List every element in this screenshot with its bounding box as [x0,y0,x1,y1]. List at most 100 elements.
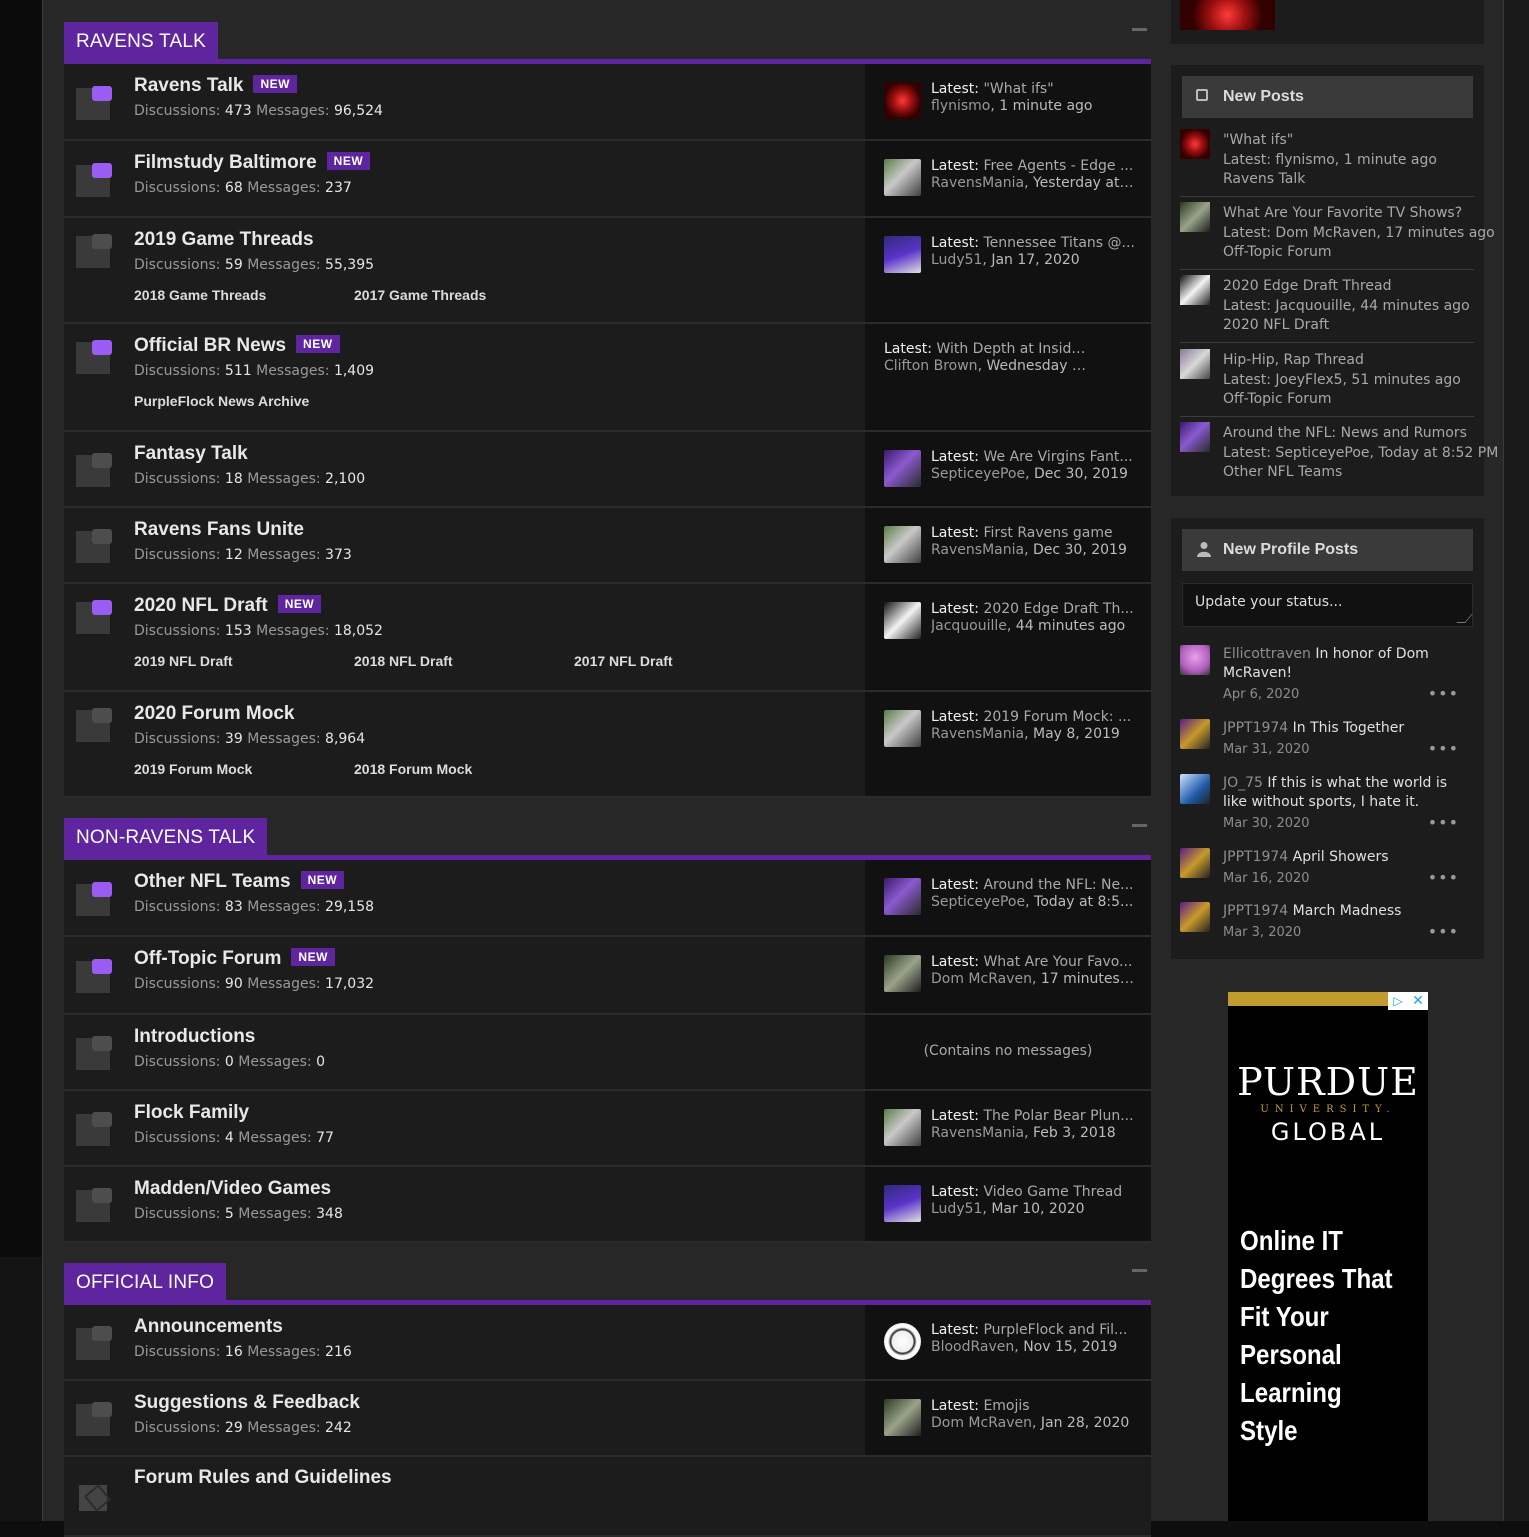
more-options-icon[interactable]: ••• [1428,868,1459,887]
profile-post-user[interactable]: Ellicottraven [1223,646,1311,662]
latest-user[interactable]: RavensMania [931,726,1024,742]
crowd-avatar[interactable] [1180,422,1210,452]
team-avatar[interactable] [1180,719,1210,749]
new-post-item[interactable]: Around the NFL: News and Rumors Latest: S… [1180,422,1498,488]
category-title[interactable]: OFFICIAL INFO [64,1263,227,1300]
latest-thread-line[interactable]: Latest: What Are Your Favo... [931,954,1137,970]
latest-user[interactable]: BloodRaven [931,1339,1014,1355]
new-post-title[interactable]: "What ifs" [1223,132,1293,148]
latest-thread-title[interactable]: We Are Virgins Fant... [983,449,1132,465]
latest-thread-line[interactable]: Latest: Around the NFL: Ne... [931,877,1137,893]
new-post-forum[interactable]: Ravens Talk [1223,171,1305,187]
forum-title[interactable]: Filmstudy Baltimore NEW [134,152,371,174]
latest-user[interactable]: Dom McRaven [931,1415,1032,1431]
latest-user[interactable]: Clifton Brown [884,358,978,374]
hip-avatar[interactable] [1180,349,1210,379]
forum-title[interactable]: Ravens Talk NEW [134,75,297,97]
pink-avatar[interactable] [1180,645,1210,675]
purple-avatar[interactable] [884,236,921,273]
forum-title[interactable]: Introductions [134,1026,255,1048]
forum-title[interactable]: 2020 Forum Mock [134,703,295,725]
team-avatar[interactable] [1180,902,1210,932]
latest-thread-title[interactable]: What Are Your Favo... [983,954,1132,970]
latest-thread-line[interactable]: Latest: 2019 Forum Mock: ... [931,709,1137,725]
subforum-link[interactable]: 2018 Game Threads [134,287,266,303]
latest-thread-line[interactable]: Latest: "What ifs" [931,81,1137,97]
latest-thread-line[interactable]: Latest: PurpleFlock and Fil... [931,1322,1137,1338]
forum-title[interactable]: Suggestions & Feedback [134,1392,360,1414]
forum-title-text[interactable]: Introductions [134,1026,255,1047]
latest-thread-title[interactable]: The Polar Bear Plun... [983,1108,1133,1124]
latest-thread-title[interactable]: 2020 Edge Draft Th... [983,601,1133,617]
forum-title-text[interactable]: Filmstudy Baltimore [134,152,317,173]
new-profile-posts-header[interactable]: New Profile Posts [1182,529,1473,571]
forum-title[interactable]: Madden/Video Games [134,1178,331,1200]
latest-user[interactable]: RavensMania [931,1125,1024,1141]
forum-title-text[interactable]: Official BR News [134,335,286,356]
profile-post-user[interactable]: JO_75 [1223,775,1263,791]
new-post-forum[interactable]: 2020 NFL Draft [1223,317,1329,333]
anime-avatar[interactable] [884,602,921,639]
latest-thread-line[interactable]: Latest: Tennessee Titans @... [931,235,1137,251]
new-post-item[interactable]: Hip-Hip, Rap Thread Latest: JoeyFlex5, 51… [1180,349,1474,417]
forum-title[interactable]: Ravens Fans Unite [134,519,304,541]
red-avatar[interactable] [1180,129,1210,159]
latest-user[interactable]: SepticeyePoe [931,466,1025,482]
forum-title[interactable]: Off-Topic Forum NEW [134,948,335,970]
latest-thread-title[interactable]: Video Game Thread [983,1184,1122,1200]
new-post-forum[interactable]: Off-Topic Forum [1223,244,1331,260]
new-post-title[interactable]: Around the NFL: News and Rumors [1223,425,1467,441]
latest-user[interactable]: Ludy51 [931,1201,982,1217]
subforum-link[interactable]: 2019 Forum Mock [134,761,252,777]
adchoices-icon[interactable]: ▷ [1388,992,1408,1010]
resize-grip-icon[interactable] [1456,614,1473,623]
latest-thread-line[interactable]: Latest: First Ravens game [931,525,1137,541]
more-options-icon[interactable]: ••• [1428,739,1459,758]
team-avatar[interactable] [1180,848,1210,878]
latest-thread-title[interactable]: Free Agents - Edge ... [983,158,1133,174]
new-post-title[interactable]: 2020 Edge Draft Thread [1223,278,1391,294]
latest-thread-line[interactable]: Latest: Emojis [931,1398,1137,1414]
latest-user[interactable]: Jacquouille [931,618,1007,634]
green-avatar[interactable] [884,1109,921,1146]
alien-avatar[interactable] [1180,202,1210,232]
latest-thread-title[interactable]: Emojis [983,1398,1029,1414]
green-avatar[interactable] [884,526,921,563]
red-avatar[interactable] [884,82,921,119]
latest-thread-line[interactable]: Latest: 2020 Edge Draft Th... [931,601,1137,617]
forum-title[interactable]: Other NFL Teams NEW [134,871,345,893]
latest-thread-title[interactable]: Tennessee Titans @... [983,235,1134,251]
forum-title-text[interactable]: Ravens Fans Unite [134,519,304,540]
new-post-title[interactable]: Hip-Hip, Rap Thread [1223,352,1364,368]
category-title[interactable]: NON-RAVENS TALK [64,818,268,855]
collapse-icon[interactable] [1132,1269,1147,1272]
latest-user[interactable]: SepticeyePoe [931,894,1025,910]
forum-title-text[interactable]: 2019 Game Threads [134,229,314,250]
forum-title-text[interactable]: Flock Family [134,1102,249,1123]
latest-thread-title[interactable]: With Depth at Inside Lineb... [936,341,1090,357]
latest-user[interactable]: Dom McRaven [931,971,1032,987]
forum-title-text[interactable]: Ravens Talk [134,75,243,96]
forum-title-text[interactable]: Forum Rules and Guidelines [134,1467,392,1488]
forum-title[interactable]: 2020 NFL Draft NEW [134,595,322,617]
forum-title[interactable]: 2019 Game Threads [134,229,314,251]
new-posts-header[interactable]: New Posts [1182,76,1473,118]
latest-thread-line[interactable]: Latest: We Are Virgins Fant... [931,449,1137,465]
forum-title-text[interactable]: Other NFL Teams [134,871,291,892]
new-post-item[interactable]: 2020 Edge Draft Thread Latest: Jacquouill… [1180,275,1474,343]
latest-thread-title[interactable]: 2019 Forum Mock: ... [983,709,1131,725]
forum-title-text[interactable]: Madden/Video Games [134,1178,331,1199]
collapse-icon[interactable] [1132,28,1147,31]
new-post-item[interactable]: What Are Your Favorite TV Shows? Latest: … [1180,202,1495,270]
category-title[interactable]: RAVENS TALK [64,22,218,59]
more-options-icon[interactable]: ••• [1428,684,1459,703]
latest-user[interactable]: Ludy51 [931,252,982,268]
status-update-input[interactable]: Update your status... [1182,583,1473,627]
latest-user[interactable]: RavensMania [931,542,1024,558]
crowd-avatar[interactable] [884,450,921,487]
target-avatar[interactable] [884,1323,921,1360]
more-options-icon[interactable]: ••• [1428,813,1459,832]
latest-thread-title[interactable]: First Ravens game [983,525,1112,541]
profile-post-user[interactable]: JPPT1974 [1223,903,1288,919]
latest-user[interactable]: flynismo [931,98,990,114]
